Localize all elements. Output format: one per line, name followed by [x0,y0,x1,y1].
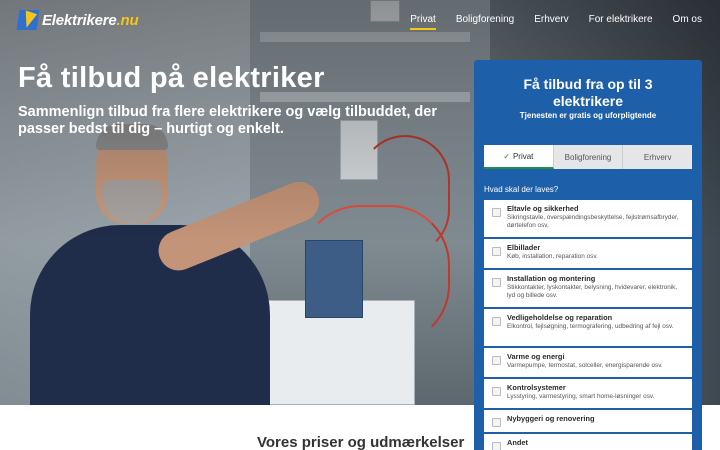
option-kontrolsystemer[interactable]: Kontrolsystemer Lysstyring, varmestyring… [484,379,692,408]
nav-item-erhverv[interactable]: Erhverv [534,14,568,30]
checkbox[interactable] [492,442,501,450]
checkbox[interactable] [492,317,501,326]
form-title: Få tilbud fra op til 3 elektrikere [523,76,653,109]
tab-privat[interactable]: ✓ Privat [484,145,554,169]
checkbox[interactable] [492,278,501,287]
logo-tld: .nu [116,11,139,29]
option-vedligeholdelse[interactable]: Vedligeholdelse og reparation Elkontrol,… [484,309,692,346]
option-desc: Lysstyring, varmestyring, smart home-løs… [507,393,655,400]
option-elbillader[interactable]: Elbillader Køb, installation, reparation… [484,239,692,268]
option-title: Nybyggeri og renovering [507,414,595,423]
tab-boligforening[interactable]: Boligforening [554,145,624,169]
option-desc: Stikkontakter, lyskontakter, belysning, … [507,284,678,299]
nav-item-for-elektrikere[interactable]: For elektrikere [589,14,653,30]
customer-type-tabs: ✓ Privat Boligforening Erhverv [484,145,692,169]
tab-erhverv[interactable]: Erhverv [623,145,692,169]
lightning-logo-icon [16,10,40,30]
option-title: Installation og montering [507,274,596,283]
quote-form-panel: Få tilbud fra op til 3 elektrikere Tjene… [474,60,702,450]
option-installation[interactable]: Installation og montering Stikkontakter,… [484,270,692,307]
checkbox[interactable] [492,356,501,365]
tab-label: Boligforening [564,152,612,162]
option-desc: Elkontrol, fejlsøgning, termografering, … [507,323,674,330]
checkbox[interactable] [492,418,501,427]
main-nav: Privat Boligforening Erhverv For elektri… [410,14,702,30]
checkbox[interactable] [492,208,501,217]
nav-item-boligforening[interactable]: Boligforening [456,14,514,30]
checkmark-icon: ✓ [503,151,510,161]
form-subtitle: Tjenesten er gratis og uforpligtende [519,111,657,120]
site-logo[interactable]: Elektrikere.nu [16,10,139,30]
nav-item-om-os[interactable]: Om os [673,14,702,30]
option-varme[interactable]: Varme og energi Varmepumpe, termostat, s… [484,348,692,377]
hero-title: Få tilbud på elektriker [18,62,325,94]
checkbox[interactable] [492,387,501,396]
option-desc: Varmepumpe, termostat, solceller, energi… [507,362,663,369]
form-question: Hvad skal der laves? [484,185,559,194]
option-title: Kontrolsystemer [507,383,566,392]
option-desc: Sikringstavle, overspændingsbeskyttelse,… [507,214,679,229]
hero-subtitle: Sammenlign tilbud fra flere elektrikere … [18,104,437,137]
option-nybyggeri[interactable]: Nybyggeri og renovering [484,410,692,432]
logo-name: Elektrikere [42,11,117,29]
option-title: Andet [507,438,528,447]
option-title: Varme og energi [507,352,565,361]
option-desc: Køb, installation, reparation osv. [507,253,598,260]
option-title: Eltavle og sikkerhed [507,204,579,213]
option-andet[interactable]: Andet [484,434,692,450]
option-eltavle[interactable]: Eltavle og sikkerhed Sikringstavle, over… [484,200,692,237]
section-title: Vores priser og udmærkelser [257,434,465,450]
checkbox[interactable] [492,247,501,256]
tab-label: Privat [512,151,534,161]
nav-item-privat[interactable]: Privat [410,14,436,30]
option-title: Vedligeholdelse og reparation [507,313,613,322]
tab-label: Erhverv [643,152,672,162]
logo-text: Elektrikere.nu [42,11,139,29]
option-title: Elbillader [507,243,541,252]
